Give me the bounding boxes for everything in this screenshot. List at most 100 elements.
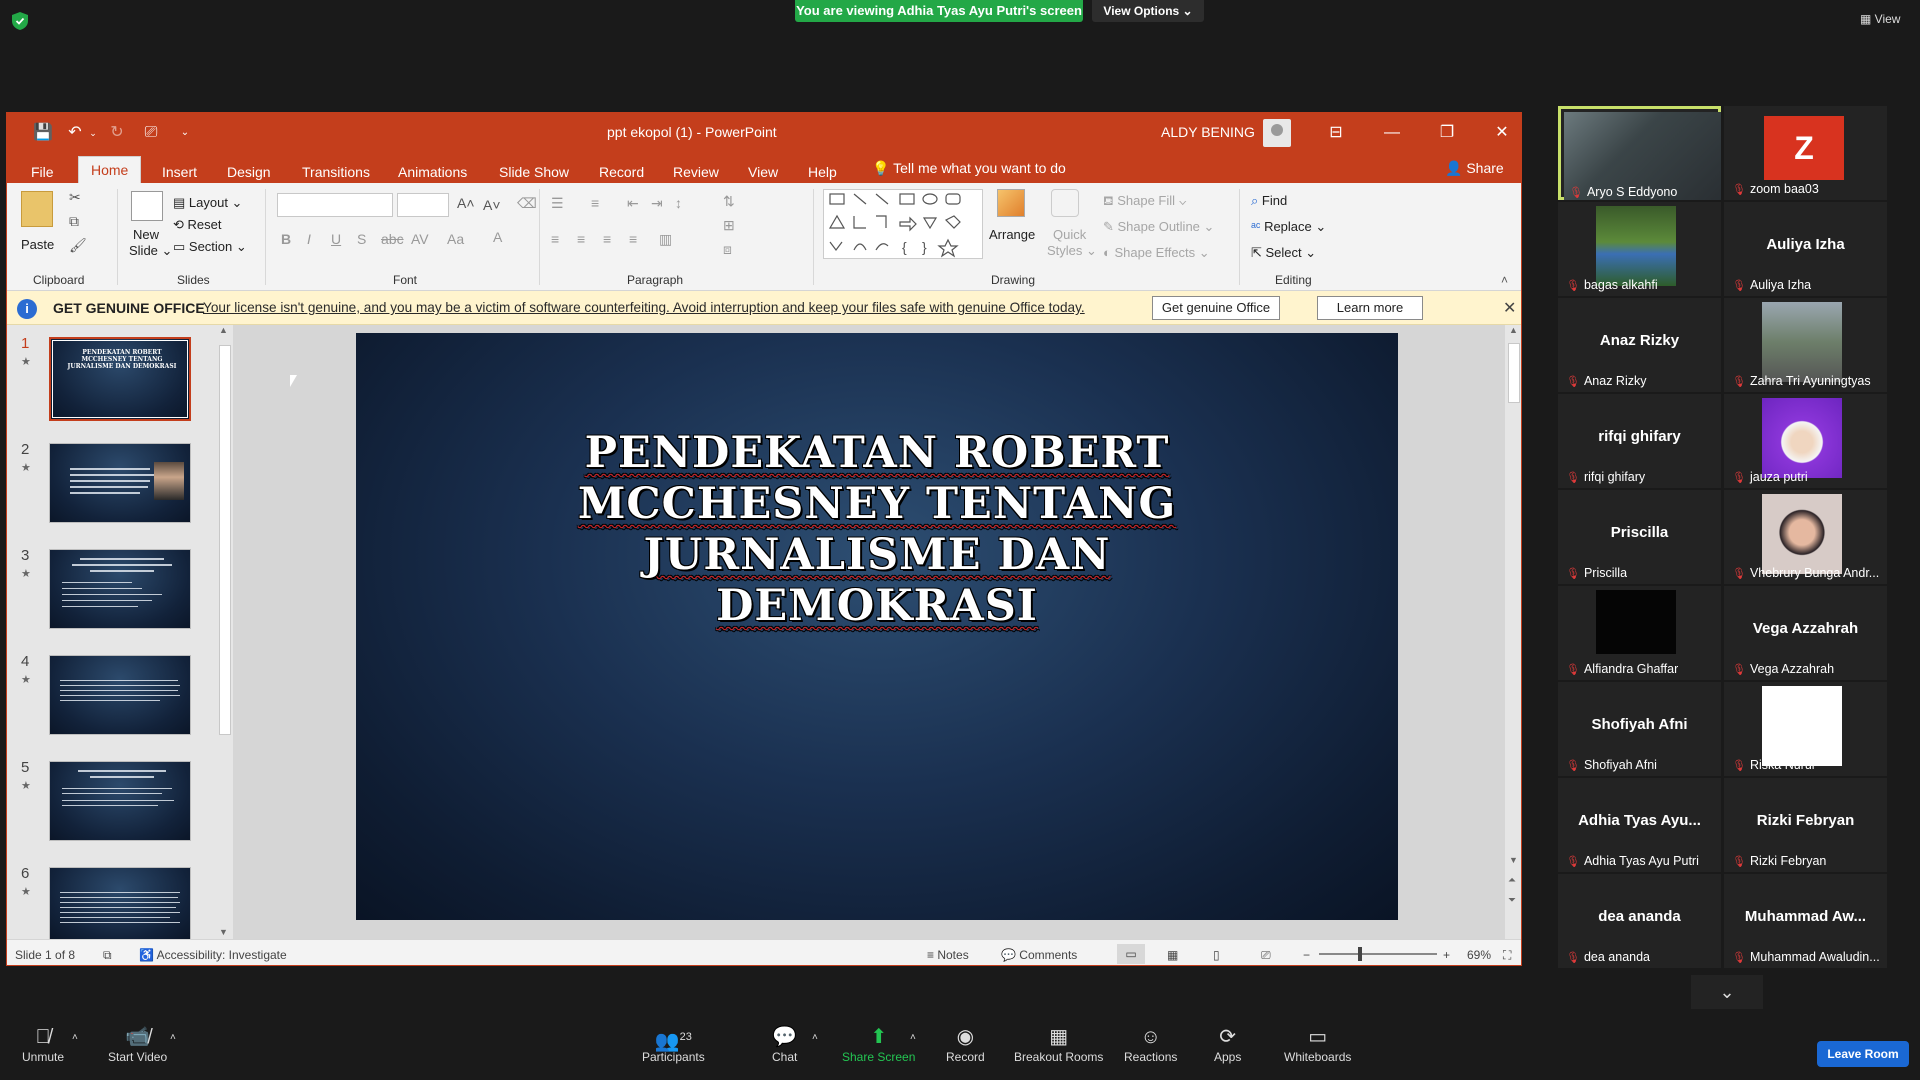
decrease-font-icon[interactable]: A˅: [483, 197, 501, 213]
tab-animations[interactable]: Animations: [398, 160, 467, 184]
user-avatar[interactable]: [1263, 119, 1291, 147]
decrease-indent-icon[interactable]: ⇤: [627, 195, 639, 212]
minimize-icon[interactable]: —: [1377, 121, 1407, 145]
zoom-out-icon[interactable]: −: [1303, 948, 1310, 962]
slide-thumbnail-1[interactable]: PENDEKATAN ROBERT MCCHESNEY TENTANG JURN…: [49, 337, 191, 421]
participant-tile[interactable]: 🎙 jauza putri: [1724, 394, 1887, 488]
font-color-icon[interactable]: A: [493, 229, 502, 245]
slide-thumbnail-3[interactable]: [49, 549, 191, 629]
current-slide[interactable]: PENDEKATAN ROBERT MCCHESNEY TENTANG JURN…: [356, 333, 1398, 920]
tab-help[interactable]: Help: [808, 160, 837, 184]
participant-tile[interactable]: 🎙 Alfiandra Ghaffar: [1558, 586, 1721, 680]
cut-icon[interactable]: ✂: [69, 189, 81, 206]
tab-file[interactable]: File: [31, 160, 54, 184]
quick-styles-icon[interactable]: [1051, 189, 1079, 217]
next-slide-icon[interactable]: ⏷: [1508, 895, 1516, 906]
whiteboards-button[interactable]: ▭ Whiteboards: [1284, 1024, 1351, 1064]
close-icon[interactable]: ✕: [1503, 298, 1516, 318]
slide-thumbnail-6[interactable]: [49, 867, 191, 939]
shapes-gallery[interactable]: {}: [823, 189, 983, 259]
participant-tile[interactable]: Z 🎙 zoom baa03: [1724, 106, 1887, 200]
tab-design[interactable]: Design: [227, 160, 271, 184]
ribbon-display-icon[interactable]: ⊟: [1321, 121, 1351, 145]
clear-formatting-icon[interactable]: ⌫: [517, 195, 537, 212]
save-icon[interactable]: 💾: [33, 123, 53, 143]
unmute-button[interactable]: 🎙̸ Unmute: [22, 1024, 64, 1064]
collapse-ribbon-icon[interactable]: ˄: [1501, 273, 1508, 287]
increase-indent-icon[interactable]: ⇥: [651, 195, 663, 212]
numbering-icon[interactable]: ≡: [591, 195, 599, 211]
learn-more-button[interactable]: Learn more: [1317, 296, 1423, 320]
new-slide-button-line1[interactable]: New: [133, 227, 159, 242]
chevron-down-icon[interactable]: ⌄: [1691, 975, 1763, 1009]
columns-icon[interactable]: ▥: [659, 231, 672, 248]
reactions-button[interactable]: ☺ Reactions: [1124, 1024, 1177, 1064]
share-options-icon[interactable]: ˄: [910, 1032, 916, 1043]
tab-home[interactable]: Home: [78, 156, 142, 183]
align-center-icon[interactable]: ≡: [577, 231, 585, 247]
font-name-input[interactable]: [277, 193, 393, 217]
view-button[interactable]: ▦ View: [1860, 12, 1900, 26]
zoom-slider[interactable]: [1319, 947, 1437, 961]
scroll-down-icon[interactable]: ▼: [219, 927, 228, 937]
zoom-level[interactable]: 69%: [1467, 948, 1491, 962]
new-slide-icon[interactable]: [131, 191, 163, 221]
undo-icon[interactable]: ↶: [65, 123, 85, 143]
redo-icon[interactable]: ↻: [107, 123, 127, 143]
participant-tile[interactable]: 🎙 Zahra Tri Ayuningtyas: [1724, 298, 1887, 392]
shape-effects-button[interactable]: ◐ Shape Effects ⌄: [1103, 245, 1210, 261]
normal-view-icon[interactable]: ▭: [1117, 944, 1145, 964]
participant-tile[interactable]: Priscilla 🎙 Priscilla: [1558, 490, 1721, 584]
bold-icon[interactable]: B: [281, 231, 291, 247]
get-genuine-office-button[interactable]: Get genuine Office: [1152, 296, 1280, 320]
slide-sorter-icon[interactable]: ▦: [1167, 948, 1178, 962]
scroll-up-icon[interactable]: ▲: [219, 325, 228, 335]
paste-icon[interactable]: [21, 191, 53, 227]
find-button[interactable]: ⌕ Find: [1251, 193, 1287, 209]
slide-thumbnail-5[interactable]: [49, 761, 191, 841]
align-text-icon[interactable]: ⊞: [723, 217, 735, 234]
undo-dropdown-icon[interactable]: ⌄: [83, 123, 103, 143]
quick-styles-line2[interactable]: Styles ⌄: [1047, 243, 1097, 259]
present-icon[interactable]: ⎚: [141, 123, 161, 143]
paste-button[interactable]: Paste: [21, 237, 54, 252]
chat-options-icon[interactable]: ˄: [812, 1032, 818, 1043]
arrange-button[interactable]: Arrange: [989, 227, 1035, 242]
zoom-slider-knob[interactable]: [1358, 947, 1362, 961]
participant-tile[interactable]: 🎙 bagas alkahfi: [1558, 202, 1721, 296]
tab-record[interactable]: Record: [599, 160, 644, 184]
align-left-icon[interactable]: ≡: [551, 231, 559, 247]
participants-button[interactable]: 👥23 Participants: [642, 1024, 705, 1064]
section-button[interactable]: ▭ Section ⌄: [173, 239, 247, 255]
scroll-down-icon[interactable]: ▼: [1509, 855, 1518, 865]
shadow-icon[interactable]: S: [357, 231, 366, 247]
comments-button[interactable]: 💬 Comments: [1001, 948, 1077, 962]
justify-icon[interactable]: ≡: [629, 231, 637, 247]
fit-slide-icon[interactable]: ⛶: [1503, 948, 1511, 963]
italic-icon[interactable]: I: [307, 231, 311, 247]
align-right-icon[interactable]: ≡: [603, 231, 611, 247]
participant-tile[interactable]: Adhia Tyas Ayu... 🎙 Adhia Tyas Ayu Putri: [1558, 778, 1721, 872]
change-case-icon[interactable]: Aa: [447, 231, 464, 247]
spellcheck-icon[interactable]: ⧉: [103, 948, 112, 963]
line-spacing-icon[interactable]: ↕: [675, 195, 682, 211]
reset-button[interactable]: ⟲ Reset: [173, 217, 221, 233]
chat-button[interactable]: 💬 Chat: [772, 1024, 797, 1064]
share-screen-button[interactable]: ⬆ Share Screen: [842, 1024, 915, 1064]
customize-qat-icon[interactable]: ⌄: [175, 123, 195, 143]
slide-thumbnail-4[interactable]: [49, 655, 191, 735]
slide-thumbnail-2[interactable]: [49, 443, 191, 523]
smartart-icon[interactable]: ⧈: [723, 241, 732, 258]
participant-tile[interactable]: Shofiyah Afni 🎙 Shofiyah Afni: [1558, 682, 1721, 776]
breakout-rooms-button[interactable]: ▦ Breakout Rooms: [1014, 1024, 1103, 1064]
share-button[interactable]: 👤 Share: [1445, 160, 1504, 177]
arrange-icon[interactable]: [997, 189, 1025, 217]
layout-button[interactable]: ▤ Layout ⌄: [173, 195, 242, 211]
participant-tile[interactable]: Rizki Febryan 🎙 Rizki Febryan: [1724, 778, 1887, 872]
character-spacing-icon[interactable]: AV: [411, 231, 429, 247]
tab-insert[interactable]: Insert: [162, 160, 197, 184]
scrollbar-thumb[interactable]: [219, 345, 231, 735]
video-options-icon[interactable]: ˄: [170, 1032, 176, 1043]
slide-title[interactable]: PENDEKATAN ROBERT MCCHESNEY TENTANG JURN…: [506, 428, 1248, 632]
license-message-link[interactable]: Your license isn't genuine, and you may …: [203, 300, 1085, 315]
